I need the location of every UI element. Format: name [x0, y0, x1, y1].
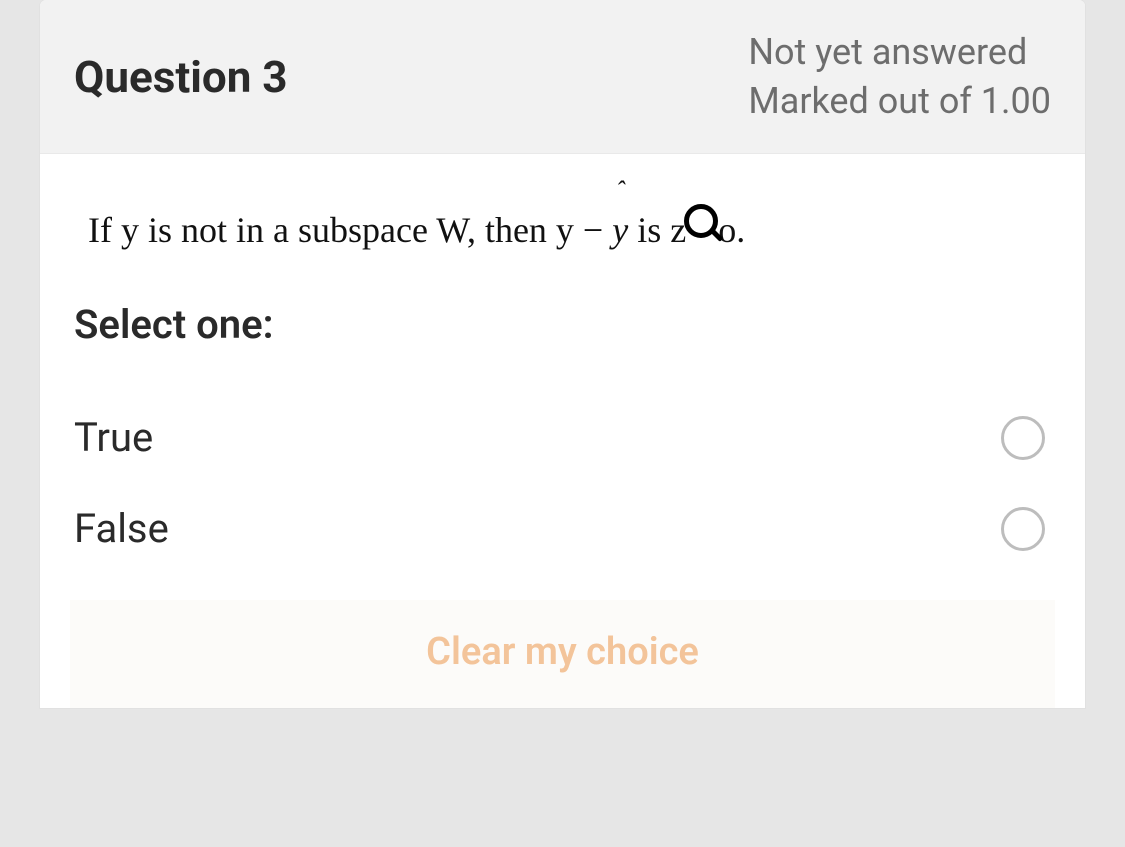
radio-icon[interactable] — [1001, 416, 1045, 460]
option-label: False — [74, 505, 169, 552]
question-stem: If y is not in a subspace W, then y − ˆy… — [88, 204, 1055, 251]
select-one-prompt: Select one: — [74, 301, 1055, 348]
question-title: Question 3 — [74, 51, 288, 103]
option-false[interactable]: False — [70, 483, 1055, 574]
stem-text-prefix: If y is not in a subspace W, then y − — [88, 210, 612, 250]
clear-choice-bar: Clear my choice — [70, 600, 1055, 708]
stem-yhat: ˆy — [612, 209, 628, 251]
question-card: Question 3 Not yet answered Marked out o… — [40, 0, 1085, 708]
question-body: If y is not in a subspace W, then y − ˆy… — [40, 154, 1085, 708]
question-status-block: Not yet answered Marked out of 1.00 — [748, 28, 1051, 125]
option-true[interactable]: True — [70, 392, 1055, 483]
radio-icon[interactable] — [1001, 507, 1045, 551]
question-header: Question 3 Not yet answered Marked out o… — [40, 0, 1085, 154]
status-marks: Marked out of 1.00 — [748, 77, 1051, 126]
status-not-answered: Not yet answered — [748, 28, 1051, 77]
stem-text-a: is z — [628, 210, 686, 250]
option-label: True — [74, 414, 153, 461]
clear-choice-link[interactable]: Clear my choice — [426, 630, 699, 674]
magnifier-icon[interactable] — [680, 204, 724, 248]
